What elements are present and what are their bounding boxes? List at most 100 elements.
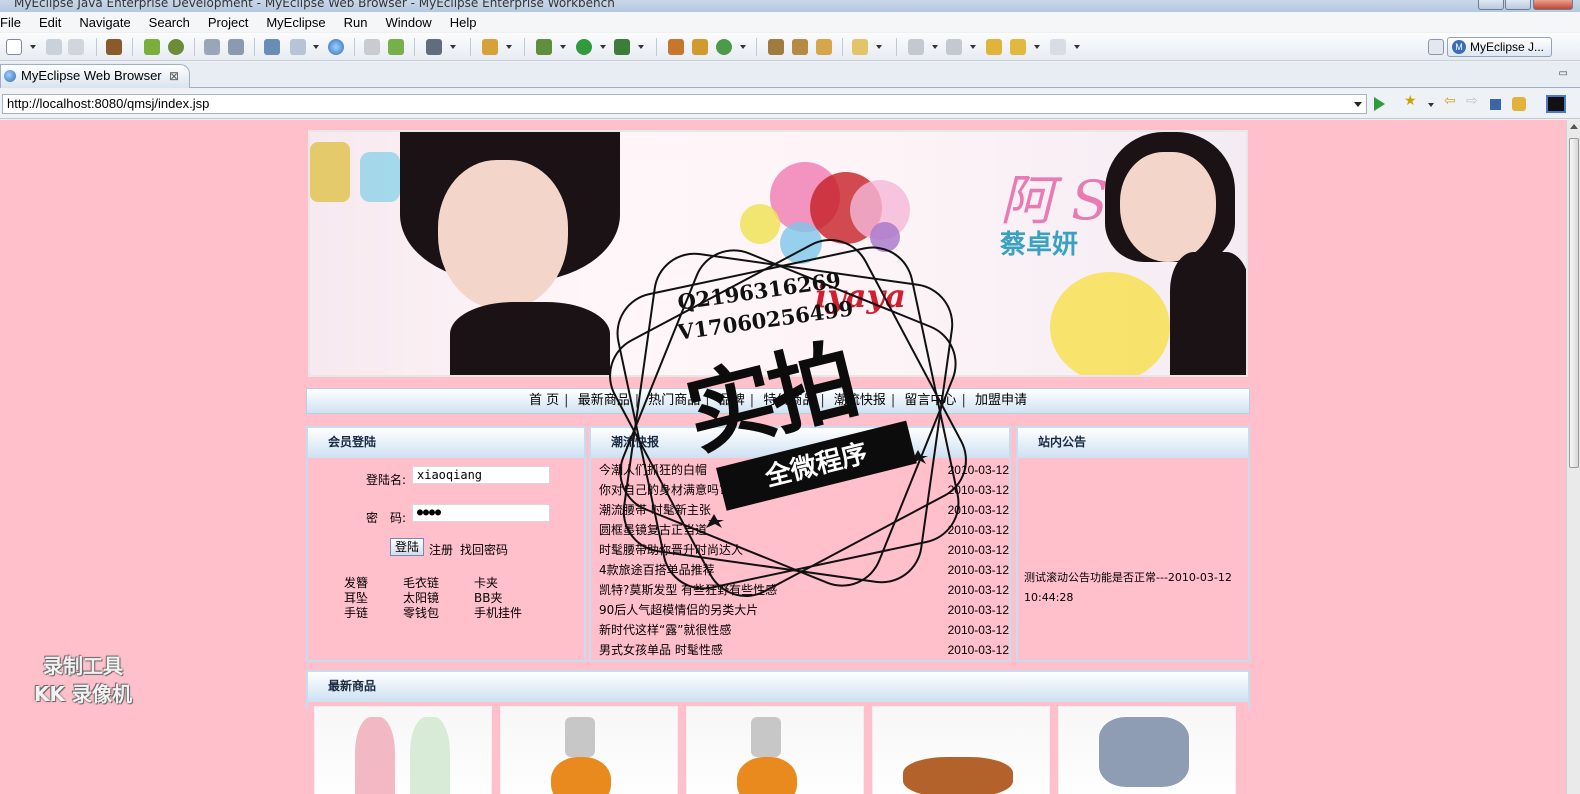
new-dropdown-icon[interactable] [30,45,36,49]
news-title[interactable]: 新时代这样“露”就很性感 [599,623,731,637]
new-class-icon[interactable] [692,39,708,55]
menu-navigate[interactable]: Navigate [70,15,139,30]
open-perspective-icon[interactable] [1428,39,1444,55]
product-card[interactable] [686,706,864,794]
next-annotation-icon[interactable] [908,39,924,55]
news-title[interactable]: 男式女孩单品 时髦性感 [599,643,723,657]
username-input[interactable]: xiaoqiang [412,466,550,484]
category-link[interactable]: 太阳镜 [403,591,474,606]
debug-icon[interactable] [536,39,552,55]
category-link[interactable]: 发簪 [344,576,403,591]
news-title[interactable]: 你对自己的身材满意吗? [599,483,725,497]
minimize-button[interactable] [1478,0,1504,10]
package-icon[interactable] [106,39,122,55]
category-link[interactable]: 耳坠 [344,591,403,606]
server-icon[interactable] [168,39,184,55]
menu-edit[interactable]: Edit [30,15,70,30]
search-deploy-icon[interactable] [228,39,244,55]
report-icon[interactable] [482,39,498,55]
perspective-switcher[interactable]: M MyEclipse J... [1447,37,1552,57]
web-project-icon[interactable] [264,39,280,55]
favorites-dropdown-icon[interactable] [1428,103,1434,107]
refresh-icon[interactable] [388,39,404,55]
tab-web-browser[interactable]: MyEclipse Web Browser ⊠ [0,64,190,88]
external-tools-icon[interactable] [614,39,630,55]
nav-home[interactable]: 首 页 [529,393,559,408]
browser-back-icon[interactable]: ⇦ [1444,93,1458,109]
new-interface-icon[interactable] [716,39,732,55]
news-title[interactable]: 凯特?莫斯发型 有些狂野有些性感 [599,583,777,597]
login-button[interactable]: 登陆 [390,538,424,556]
favorites-star-icon[interactable]: ★ [1404,93,1418,109]
news-title[interactable]: 90后人气超模情侣的另类大片 [599,603,758,617]
stop-icon[interactable] [1490,99,1501,110]
open-folder-icon[interactable] [852,39,868,55]
open-task-icon[interactable] [768,39,784,55]
menu-help[interactable]: Help [441,15,486,30]
nav-new-products[interactable]: 最新商品 [578,393,630,408]
back-icon[interactable] [1010,39,1026,55]
last-edit-icon[interactable] [986,39,1002,55]
open-folder-dropdown-icon[interactable] [876,45,882,49]
prev-annotation-icon[interactable] [946,39,962,55]
close-tab-icon[interactable]: ⊠ [169,65,179,87]
minimize-view-icon[interactable]: ▭ [1559,68,1568,79]
bug-icon[interactable] [144,39,160,55]
next-annotation-dropdown-icon[interactable] [932,45,938,49]
external-tools-dropdown-icon[interactable] [638,45,644,49]
category-link[interactable]: BB夹 [474,591,544,606]
refresh-page-icon[interactable] [1512,97,1526,111]
page-scrollbar[interactable] [1566,120,1580,794]
url-history-dropdown-icon[interactable] [1354,102,1362,107]
news-title[interactable]: 圆框墨镜复古正当道 [599,523,707,537]
open-type-icon[interactable] [364,39,380,55]
news-item[interactable]: 4款旅途百搭单品推荐 2010-03-12 [599,560,1009,580]
product-card[interactable] [500,706,678,794]
password-input[interactable]: ●●●● [412,504,550,522]
news-title[interactable]: 今潮人们抓狂的白帽 [599,463,707,477]
new-file-icon[interactable] [6,39,22,55]
nav-join-apply[interactable]: 加盟申请 [975,393,1027,408]
browser-icon[interactable] [328,39,344,55]
camera-dropdown-icon[interactable] [450,45,456,49]
news-item[interactable]: 男式女孩单品 时髦性感 2010-03-12 [599,640,1009,660]
maximize-button[interactable] [1505,0,1531,10]
scroll-thumb[interactable] [1569,138,1579,468]
deploy-icon[interactable] [204,39,220,55]
product-card[interactable] [314,706,492,794]
category-link[interactable]: 零钱包 [403,606,474,621]
nav-message-center[interactable]: 留言中心 [904,393,956,408]
run-icon[interactable] [576,39,592,55]
go-icon[interactable] [1374,97,1385,111]
jsp-dropdown-icon[interactable] [313,45,319,49]
browser-forward-icon[interactable]: ⇨ [1466,93,1480,109]
menu-myeclipse[interactable]: MyEclipse [257,15,334,30]
close-window-button[interactable] [1533,0,1573,10]
news-title[interactable]: 4款旅途百搭单品推荐 [599,563,715,577]
news-title[interactable]: 时髦腰带助你晋升时尚达人 [599,543,743,557]
debug-dropdown-icon[interactable] [560,45,566,49]
news-title[interactable]: 潮流腰带 时髦新主张 [599,503,711,517]
register-link[interactable]: 注册 [429,541,453,558]
menu-file[interactable]: File [0,15,30,30]
jsp-icon[interactable] [290,39,306,55]
new-package-icon[interactable] [668,39,684,55]
news-item[interactable]: 圆框墨镜复古正当道 2010-03-12 [599,520,1009,540]
news-item[interactable]: 时髦腰带助你晋升时尚达人 2010-03-12 [599,540,1009,560]
new-interface-dropdown-icon[interactable] [740,45,746,49]
category-link[interactable]: 毛衣链 [403,576,474,591]
menu-window[interactable]: Window [376,15,440,30]
forward-dropdown-icon[interactable] [1074,45,1080,49]
print-icon[interactable] [68,39,84,55]
folder-open-icon[interactable] [816,39,832,55]
forgot-password-link[interactable]: 找回密码 [460,541,508,558]
run-dropdown-icon[interactable] [600,45,606,49]
news-item[interactable]: 潮流腰带 时髦新主张 2010-03-12 [599,500,1009,520]
menu-run[interactable]: Run [335,15,377,30]
report-dropdown-icon[interactable] [506,45,512,49]
menu-search[interactable]: Search [140,15,199,30]
back-dropdown-icon[interactable] [1034,45,1040,49]
category-link[interactable]: 手机挂件 [474,606,544,621]
menu-project[interactable]: Project [199,15,257,30]
prev-annotation-dropdown-icon[interactable] [970,45,976,49]
